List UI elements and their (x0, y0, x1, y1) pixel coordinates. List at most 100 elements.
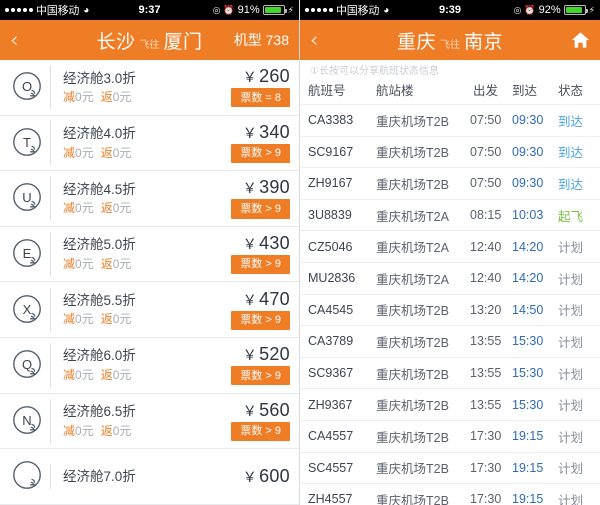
battery-icon (563, 5, 588, 15)
column-header-departure: 出发 (472, 84, 498, 98)
battery-icon (262, 5, 287, 15)
arrival-time-label: 09:30 (512, 144, 544, 159)
currency-symbol: ￥ (242, 291, 258, 308)
flight-row[interactable]: SC9367 重庆机场T2B 13:55 15:30 计划 (300, 356, 600, 389)
rebate-value: 0元 (112, 201, 132, 216)
rebate-tag: 返 (100, 90, 113, 105)
flight-number-label: SC9167 (308, 144, 354, 159)
destination-city-label: 厦门 (163, 31, 203, 53)
departure-time-label: 07:50 (470, 113, 502, 128)
flight-row[interactable]: CA3789 重庆机场T2B 13:55 15:30 计划 (300, 325, 600, 357)
rebate-tag: 返 (100, 423, 113, 438)
svg-text:E: E (23, 246, 32, 261)
svg-text:T: T (23, 135, 31, 150)
home-button[interactable] (571, 31, 590, 49)
fare-detail: 经济舱6.0折 减0元 返0元 (50, 343, 206, 388)
flight-row[interactable]: ZH4557 重庆机场T2B 17:30 19:15 计划 (300, 483, 600, 505)
arrival-time-label: 19:15 (512, 460, 544, 475)
cabin-code-icon: U (6, 181, 50, 215)
terminal-label: 重庆机场T2A (376, 209, 449, 224)
fare-row[interactable]: E 经济舱5.0折 减0元 返0元 ￥ 430 票数 > 9 (0, 227, 299, 283)
fare-detail: 经济舱3.0折减0元 返0元 (50, 65, 206, 110)
rebate-value: 0元 (112, 312, 132, 327)
flight-status-screen: 中国移动 ◕ 9:39 ◎ ⏰ 92% ⚡ ‹ 重庆 飞往 南京 ①长按可以分享… (300, 0, 600, 505)
fare-discount-line: 减0元 返0元 (63, 88, 206, 106)
currency-symbol: ￥ (242, 69, 258, 86)
currency-symbol: ￥ (242, 347, 258, 364)
fare-class-label: 经济舱6.5折 (63, 404, 136, 420)
column-header-status: 状态 (558, 84, 584, 98)
fare-row[interactable]: 经济舱7.0折 ￥ 600 (0, 449, 299, 505)
fare-class-label: 经济舱7.0折 (63, 468, 136, 484)
flight-status-badge: 计划 (558, 493, 584, 505)
fare-row[interactable]: N 经济舱6.5折 减0元 返0元 ￥ 560 票数 > 9 (0, 394, 299, 450)
terminal-label: 重庆机场T2B (376, 493, 449, 505)
flight-row[interactable]: SC9167 重庆机场T2B 07:50 09:30 到达 (300, 135, 600, 168)
departure-time-label: 17:30 (470, 429, 502, 444)
location-icon: ◎ (513, 4, 522, 15)
flight-number-label: SC4557 (308, 460, 354, 475)
fare-class-label: 经济舱5.5折 (63, 292, 136, 308)
nav-bar: ‹ 长沙 飞往 厦门 机型 738 (0, 20, 299, 60)
arrival-time-label: 09:30 (512, 176, 544, 191)
fare-discount-line: 减0元 返0元 (63, 422, 206, 440)
flight-row[interactable]: ZH9367 重庆机场T2B 13:55 15:30 计划 (300, 388, 600, 420)
ticket-count-badge: 票数 > 9 (231, 254, 290, 275)
flight-number-label: CA3383 (308, 113, 354, 128)
flight-row[interactable]: 3U8839 重庆机场T2A 08:15 10:03 起飞 (300, 198, 600, 231)
fare-discount-line: 减0元 返0元 (63, 310, 206, 328)
terminal-label: 重庆机场T2B (376, 304, 449, 319)
flies-to-label: 飞往 (139, 39, 160, 51)
cabin-code-icon: O (6, 70, 50, 104)
fare-class-label: 经济舱5.0折 (63, 237, 136, 253)
flight-row[interactable]: CA3383 重庆机场T2B 07:50 09:30 到达 (300, 104, 600, 136)
fare-row[interactable]: X 经济舱5.5折 减0元 返0元 ￥ 470 票数 > 9 (0, 282, 299, 338)
ticket-count-badge: 票数 > 9 (231, 310, 290, 330)
fare-class-label: 经济舱3.0折 (63, 70, 136, 86)
fare-price-label: ￥ 520 (242, 344, 290, 365)
currency-symbol: ￥ (242, 180, 258, 197)
cabin-code-icon (6, 459, 50, 493)
flight-row[interactable]: MU2836 重庆机场T2A 12:40 14:20 计划 (300, 261, 600, 294)
flight-number-label: SC9367 (308, 366, 354, 381)
back-button[interactable]: ‹ (310, 29, 332, 51)
back-button[interactable]: ‹ (10, 29, 32, 51)
cabin-code-icon: T (6, 126, 50, 160)
fare-row[interactable]: O 经济舱3.0折 减0元 返0元 ￥ 260 票数 = 8 (0, 60, 299, 116)
departure-time-label: 13:55 (470, 334, 502, 349)
departure-time-label: 07:50 (470, 144, 502, 159)
flight-number-label: MU2836 (308, 271, 356, 286)
discount-value: 0元 (75, 145, 94, 160)
discount-tag: 减 (63, 90, 76, 105)
fare-row[interactable]: Q 经济舱6.0折 减0元 返0元 ￥ 520 票数 > 9 (0, 338, 299, 394)
ticket-count-badge: 票数 > 9 (231, 421, 290, 441)
cabin-code-icon: X (6, 293, 50, 327)
flight-row[interactable]: ZH9167 重庆机场T2B 07:50 09:30 到达 (300, 167, 600, 199)
fare-detail: 经济舱5.0折 减0元 返0元 (50, 232, 206, 276)
svg-text:X: X (23, 302, 32, 317)
fare-class-label: 经济舱4.5折 (63, 181, 136, 197)
flight-number-label: ZH4557 (308, 492, 353, 505)
fare-list[interactable]: O 经济舱3.0折 减0元 返0元 ￥ 260 票数 = 8 T 经济舱4.0折 减0元 返0元 ￥ 3… (0, 60, 299, 505)
fare-detail: 经济舱4.0折 减0元 返0元 (50, 121, 206, 165)
rebate-tag: 返 (100, 312, 113, 327)
flight-row[interactable]: CZ5046 重庆机场T2A 12:40 14:20 计划 (300, 230, 600, 262)
arrival-time-label: 09:30 (512, 113, 544, 128)
discount-tag: 减 (63, 256, 76, 271)
flight-row[interactable]: CA4557 重庆机场T2B 17:30 19:15 计划 (300, 419, 600, 452)
fare-row[interactable]: T 经济舱4.0折 减0元 返0元 ￥ 340 票数 > 9 (0, 116, 299, 172)
fare-class-label: 经济舱6.0折 (63, 348, 136, 364)
alarm-clock-icon: ⏰ (524, 4, 536, 15)
discount-value: 0元 (75, 312, 94, 327)
status-bar: 中国移动 ◕ 9:37 ◎ ⏰ 91% ⚡ (0, 0, 299, 20)
flight-row[interactable]: CA4545 重庆机场T2B 13:20 14:50 计划 (300, 293, 600, 326)
departure-time-label: 12:40 (470, 239, 502, 254)
discount-value: 0元 (75, 201, 94, 216)
fare-row[interactable]: U 经济舱4.5折 减0元 返0元 ￥ 390 票数 > 9 (0, 171, 299, 227)
status-bar: 中国移动 ◕ 9:39 ◎ ⏰ 92% ⚡ (300, 0, 600, 20)
flight-status-badge: 到达 (558, 146, 584, 161)
flight-row[interactable]: SC4557 重庆机场T2B 17:30 19:15 计划 (300, 451, 600, 484)
nav-bar: ‹ 重庆 飞往 南京 (300, 20, 600, 60)
flight-status-list[interactable]: CA3383 重庆机场T2B 07:50 09:30 到达 SC9167 重庆机场T2B 07… (300, 104, 600, 505)
fare-price-label: ￥ 600 (242, 466, 290, 487)
